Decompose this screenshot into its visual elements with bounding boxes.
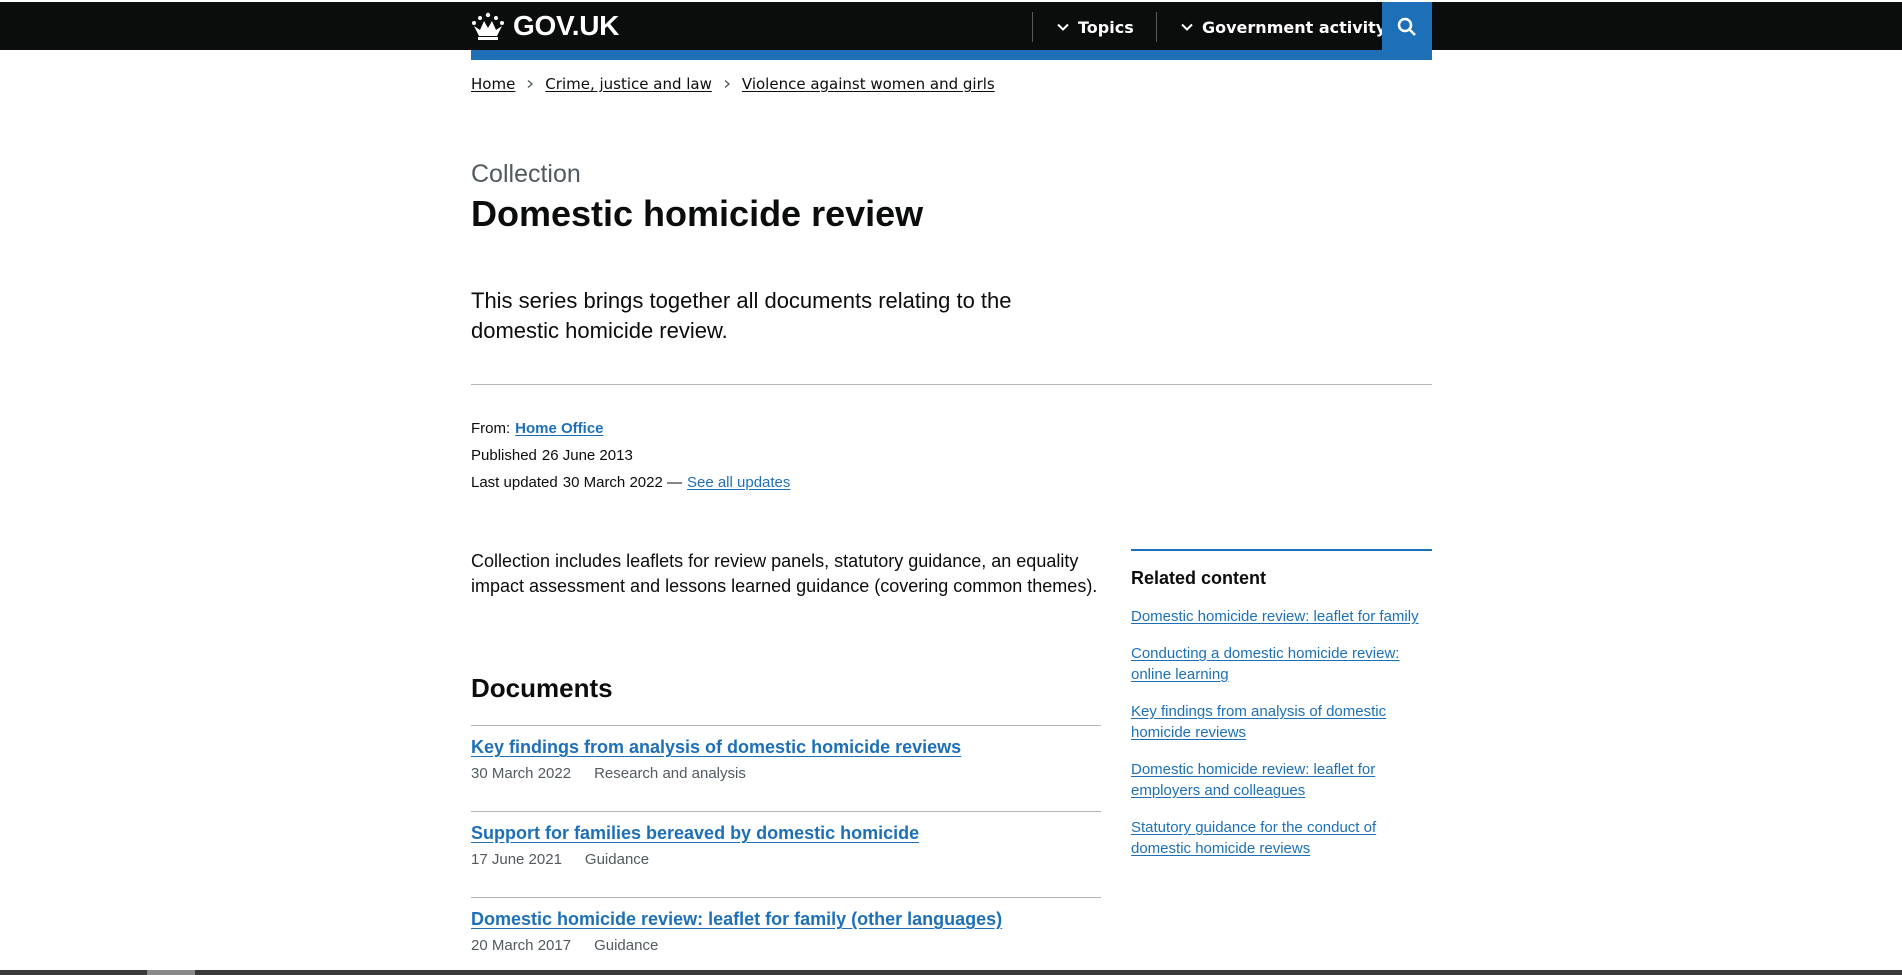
page-title: Domestic homicide review (471, 193, 924, 234)
related-link[interactable]: Conducting a domestic homicide review: o… (1131, 645, 1399, 683)
chevron-down-icon (1057, 23, 1069, 31)
related-link[interactable]: Statutory guidance for the conduct of do… (1131, 819, 1376, 857)
documents-list: Key findings from analysis of domestic h… (471, 725, 1101, 975)
list-item: Statutory guidance for the conduct of do… (1131, 817, 1432, 859)
header-container: GOV.UK Topics Government activity (471, 2, 1432, 52)
meta-published-date: 26 June 2013 (541, 447, 633, 464)
nav-divider (1032, 12, 1033, 42)
document-date: 20 March 2017 (471, 937, 572, 954)
header-accent-bar (471, 50, 1432, 60)
govuk-logo-link[interactable]: GOV.UK (471, 10, 619, 42)
list-item: Domestic homicide review: leaflet for em… (1131, 759, 1432, 801)
search-icon (1397, 17, 1416, 36)
related-links-list: Domestic homicide review: leaflet for fa… (1131, 606, 1432, 859)
organisation-link[interactable]: Home Office (515, 415, 603, 442)
list-item: Key findings from analysis of domestic h… (471, 725, 1101, 811)
breadcrumb-crime-justice-law[interactable]: Crime, justice and law (545, 75, 712, 93)
logo-text: GOV.UK (513, 10, 620, 41)
document-link[interactable]: Support for families bereaved by domesti… (471, 823, 919, 843)
list-item: Domestic homicide review: leaflet for fa… (471, 897, 1101, 975)
meta-updated-date: 30 March 2022 — (562, 474, 682, 491)
site-header: GOV.UK Topics Government activity (0, 0, 1902, 52)
meta-published-row: Published 26 June 2013 (471, 442, 790, 469)
document-type: Guidance (584, 851, 650, 868)
see-all-updates-link[interactable]: See all updates (687, 469, 790, 496)
document-type: Research and analysis (594, 765, 746, 782)
related-link[interactable]: Key findings from analysis of domestic h… (1131, 703, 1386, 741)
document-type: Guidance (594, 937, 659, 954)
government-activity-menu-button[interactable]: Government activity (1181, 2, 1386, 52)
meta-from-row: From: Home Office (471, 415, 790, 442)
chevron-down-icon (1181, 23, 1193, 31)
related-content-heading: Related content (1131, 568, 1267, 588)
chevron-right-icon (527, 80, 534, 88)
related-link[interactable]: Domestic homicide review: leaflet for em… (1131, 761, 1375, 799)
topics-label: Topics (1078, 17, 1134, 37)
meta-from-label: From: (471, 420, 511, 437)
lead-paragraph: This series brings together all document… (471, 288, 1012, 343)
collection-description: Collection includes leaflets for review … (471, 551, 1098, 596)
breadcrumb: Home Crime, justice and law Violence aga… (471, 75, 995, 93)
documents-heading: Documents (471, 673, 613, 703)
nav-divider (1156, 12, 1157, 42)
government-activity-label: Government activity (1202, 17, 1387, 37)
document-meta: 20 March 2017 Guidance (471, 937, 1101, 954)
meta-published-label: Published (471, 447, 537, 464)
horizontal-scrollbar[interactable] (0, 970, 1902, 975)
document-link[interactable]: Key findings from analysis of domestic h… (471, 737, 961, 757)
document-date: 17 June 2021 (471, 851, 562, 868)
list-item: Conducting a domestic homicide review: o… (1131, 643, 1432, 685)
page-caption: Collection (471, 160, 581, 188)
related-content: Related content Domestic homicide review… (1131, 549, 1432, 875)
metadata: From: Home Office Published 26 June 2013… (471, 415, 790, 496)
document-meta: 17 June 2021 Guidance (471, 851, 1101, 868)
scrollbar-thumb[interactable] (147, 970, 195, 975)
search-button[interactable] (1382, 2, 1432, 52)
topics-menu-button[interactable]: Topics (1057, 2, 1134, 52)
chevron-right-icon (724, 80, 730, 88)
document-date: 30 March 2022 (471, 765, 572, 782)
breadcrumb-violence-against-women[interactable]: Violence against women and girls (742, 75, 995, 93)
meta-updated-row: Last updated 30 March 2022 — See all upd… (471, 469, 790, 496)
list-item: Domestic homicide review: leaflet for fa… (1131, 606, 1432, 627)
crown-icon (472, 12, 504, 40)
list-item: Support for families bereaved by domesti… (471, 811, 1101, 897)
document-meta: 30 March 2022 Research and analysis (471, 765, 1101, 782)
breadcrumb-home[interactable]: Home (471, 75, 515, 93)
document-link[interactable]: Domestic homicide review: leaflet for fa… (471, 909, 1002, 929)
list-item: Key findings from analysis of domestic h… (1131, 701, 1432, 743)
section-divider (471, 384, 1432, 385)
related-link[interactable]: Domestic homicide review: leaflet for fa… (1131, 608, 1419, 625)
meta-updated-label: Last updated (471, 474, 558, 491)
